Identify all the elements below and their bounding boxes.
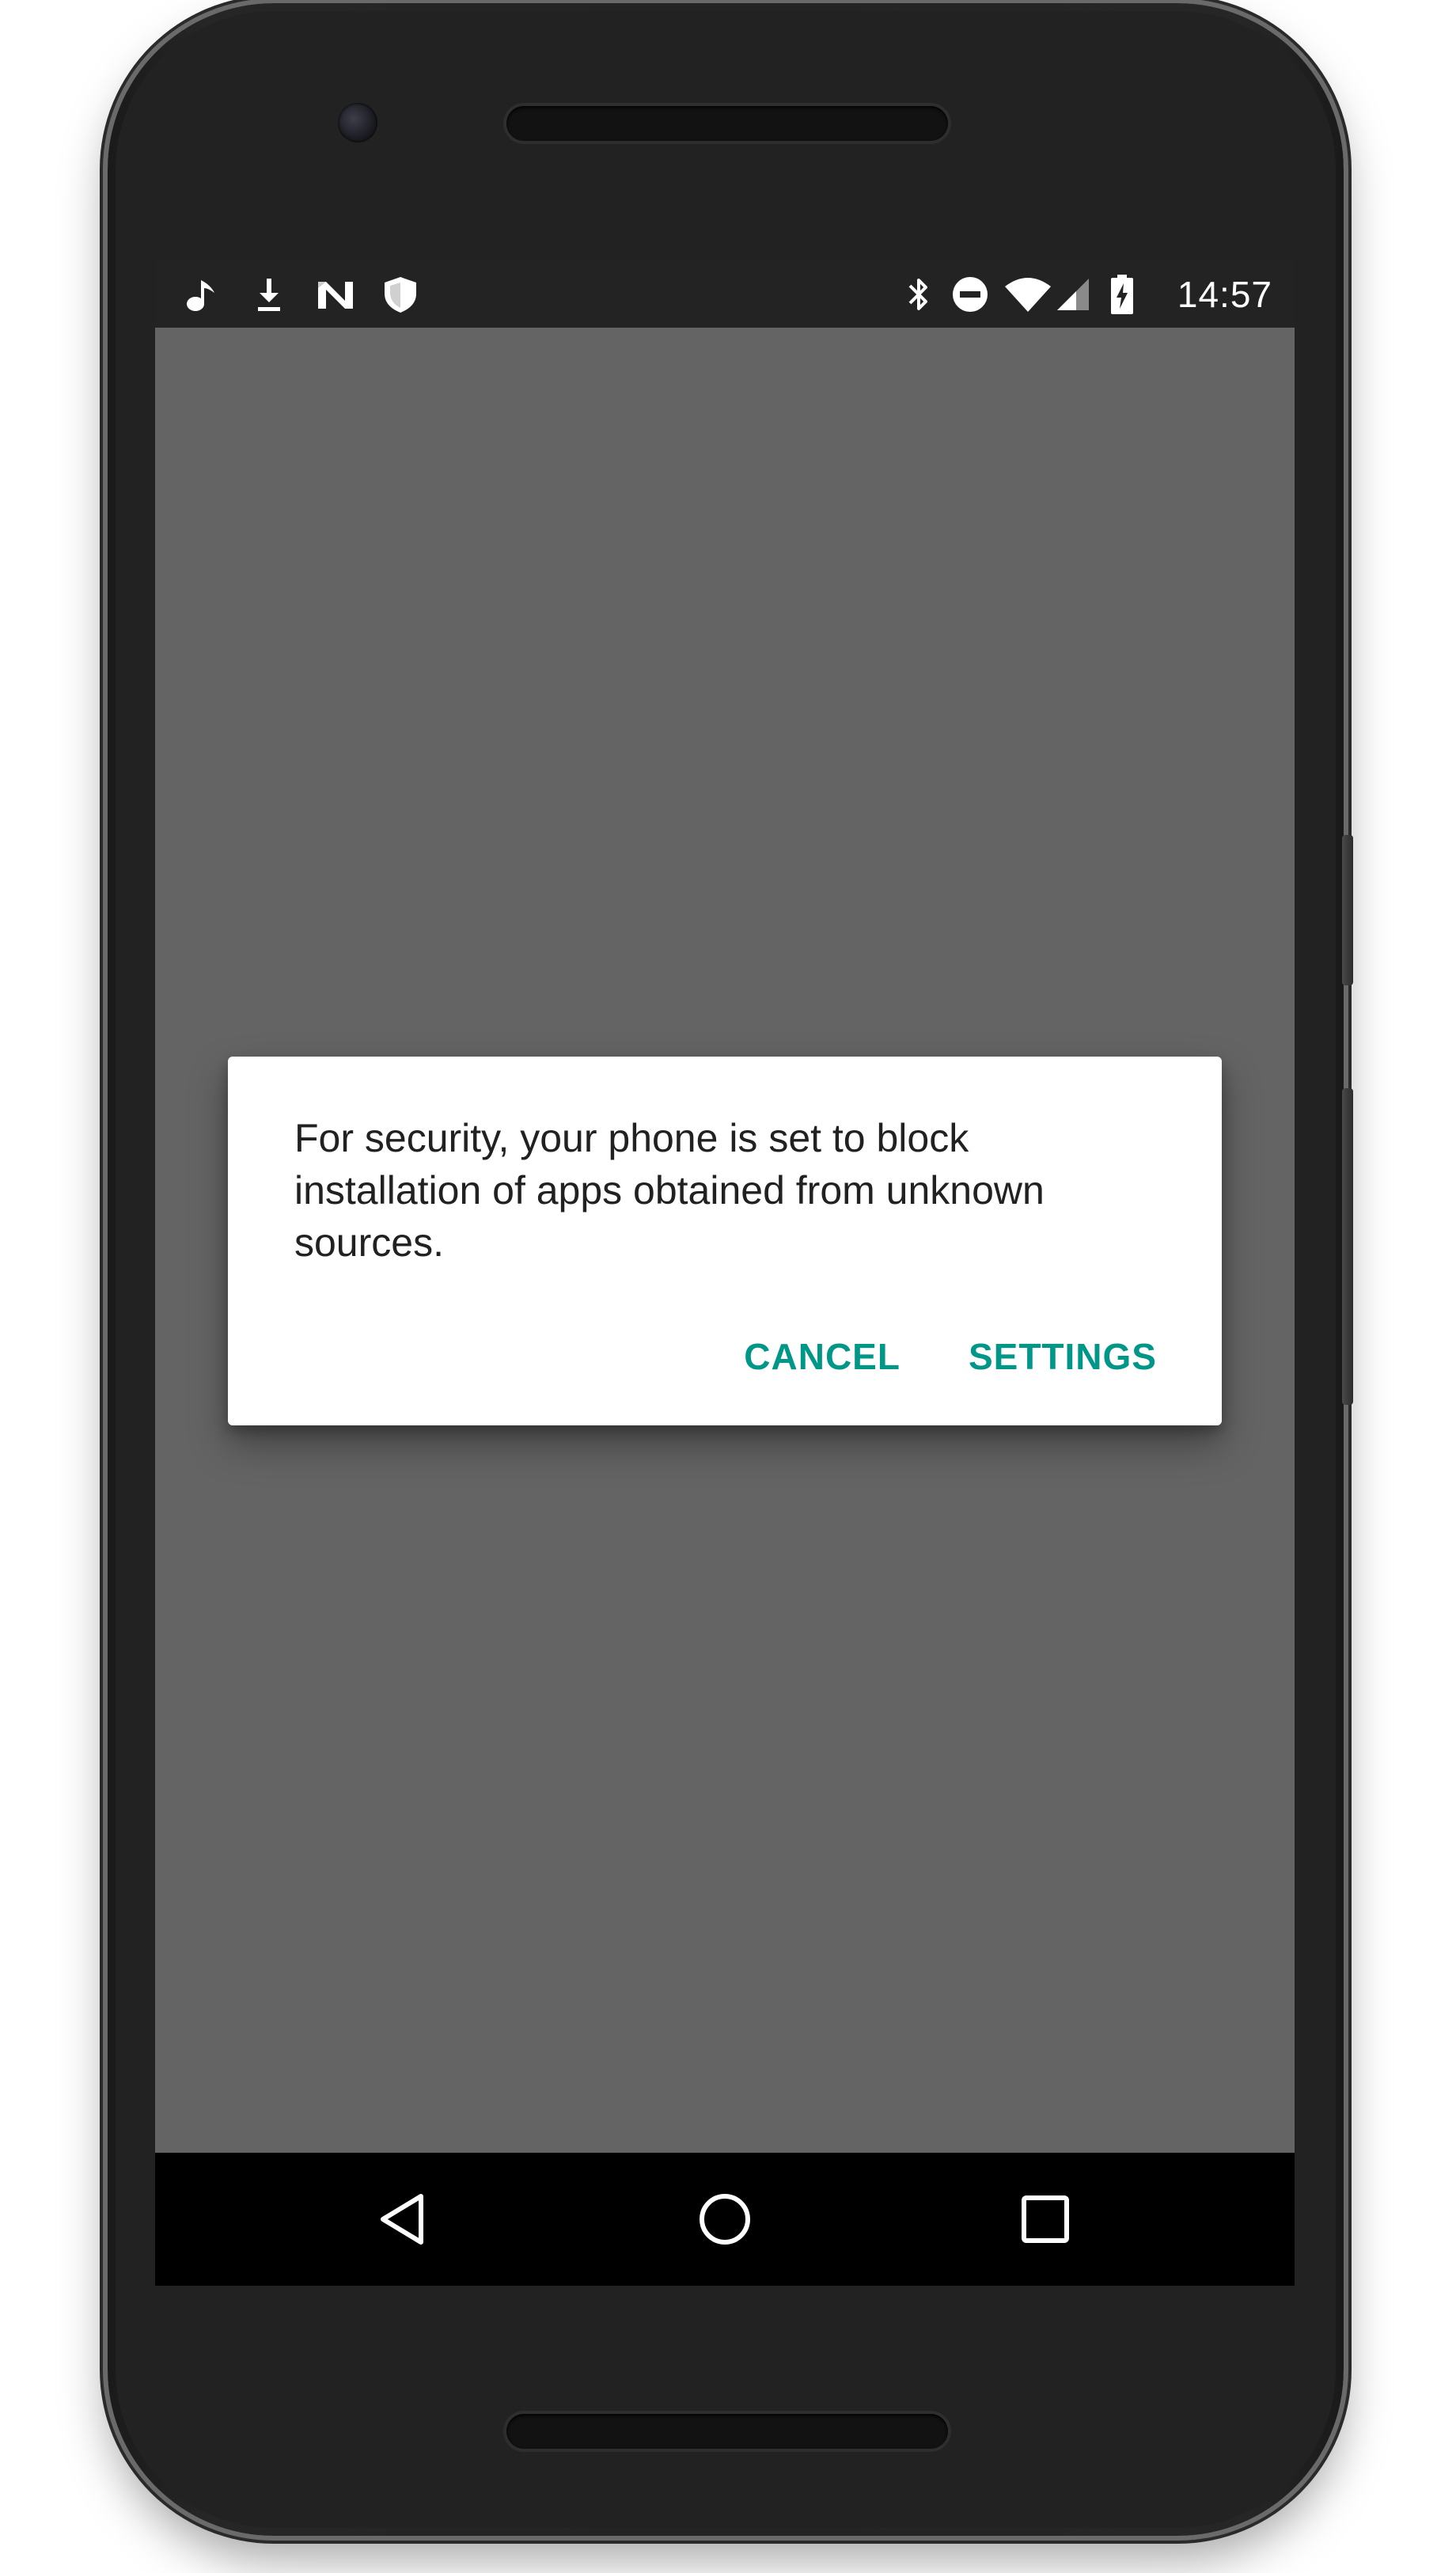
top-speaker	[506, 106, 948, 141]
download-icon	[248, 274, 290, 315]
dialog-actions: CANCEL SETTINGS	[744, 1335, 1157, 1378]
cell-signal-icon	[1052, 274, 1094, 315]
front-camera	[338, 103, 377, 142]
do-not-disturb-icon	[948, 274, 992, 315]
screen: 14:57 For security, your phone is set to…	[155, 261, 1295, 2286]
power-button	[1342, 835, 1353, 985]
shield-icon	[378, 274, 423, 315]
back-icon[interactable]	[363, 2180, 442, 2259]
cancel-button[interactable]: CANCEL	[744, 1335, 901, 1378]
volume-button	[1342, 1088, 1353, 1405]
dialog-message: For security, your phone is set to block…	[294, 1116, 1045, 1265]
security-dialog: For security, your phone is set to block…	[228, 1057, 1222, 1425]
settings-button[interactable]: SETTINGS	[969, 1335, 1157, 1378]
bottom-speaker	[506, 2414, 948, 2449]
recents-icon[interactable]	[1006, 2180, 1085, 2259]
home-icon[interactable]	[685, 2180, 764, 2259]
bluetooth-icon	[901, 274, 937, 315]
navigation-bar	[155, 2153, 1295, 2286]
battery-charging-icon	[1106, 274, 1138, 315]
n-logo-icon	[313, 274, 358, 315]
status-time: 14:57	[1177, 274, 1272, 315]
music-note-icon	[182, 274, 223, 315]
wifi-icon	[1003, 274, 1052, 315]
status-bar: 14:57	[155, 261, 1295, 328]
